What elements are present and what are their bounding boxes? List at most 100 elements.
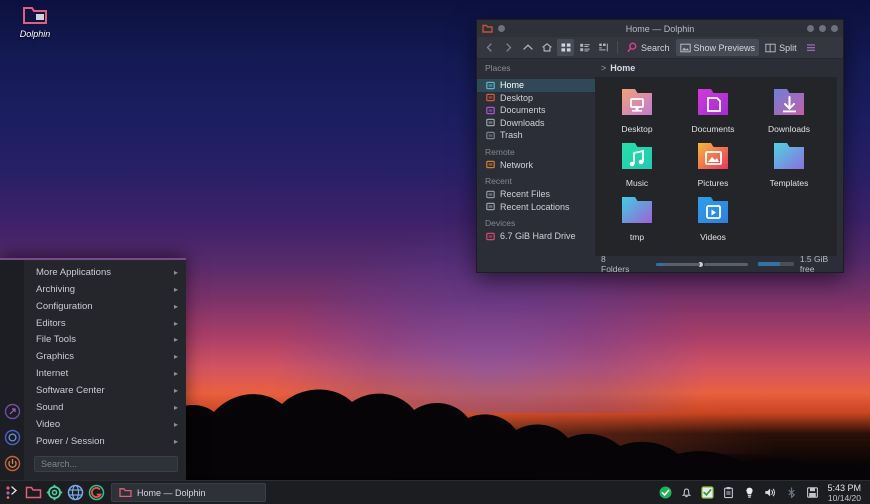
sidebar-item-6-7-gib-hard-drive[interactable]: 6.7 GiB Hard Drive [477,230,595,243]
application-menu-items[interactable]: More Applications ▸ Archiving ▸ Configuratio… [24,260,186,480]
menu-item-power-session[interactable]: Power / Session ▸ [24,433,186,450]
sidebar-item-network[interactable]: Network [477,159,595,172]
file-item-desktop[interactable]: Desktop [599,83,675,137]
maximize-button[interactable] [819,25,826,32]
power-icon[interactable] [4,455,21,472]
application-menu-icon[interactable] [3,484,21,502]
close-button[interactable] [831,25,838,32]
clipboard-icon[interactable] [722,486,735,499]
file-item-templates[interactable]: Templates [751,137,827,191]
forward-button[interactable] [500,39,517,56]
sidebar-group-remote: Remote [485,146,515,157]
file-item-label: tmp [629,232,645,242]
free-space-label: 1.5 GiB free [799,254,829,274]
dolphin-toolbar[interactable]: Search Show Previews Split [477,37,843,59]
file-item-label: Templates [769,178,809,188]
application-menu-sidebar[interactable] [0,260,24,480]
sidebar-item-desktop[interactable]: Desktop [477,92,595,105]
volume-icon[interactable] [764,486,777,499]
view-icons-button[interactable] [557,39,574,56]
sidebar-item-downloads[interactable]: Downloads [477,117,595,130]
taskbar-launchers[interactable] [3,484,105,502]
taskbar[interactable]: Home — Dolphin 5:43 PM 10/14/20 [0,480,870,504]
view-details-button[interactable] [595,39,612,56]
sidebar-item-recent-locations[interactable]: Recent Locations [477,201,595,214]
zoom-slider-track-right[interactable] [703,262,748,266]
folder-templates-icon [770,139,808,176]
menu-item-archiving[interactable]: Archiving ▸ [24,281,186,298]
taskbar-window-button[interactable]: Home — Dolphin [111,483,266,502]
run-command-icon[interactable] [4,403,21,420]
bluetooth-icon[interactable] [785,486,798,499]
menu-item-software-center[interactable]: Software Center ▸ [24,382,186,399]
menu-item-internet[interactable]: Internet ▸ [24,365,186,382]
dolphin-window[interactable]: Home — Dolphin Search Show Previews Spli… [476,19,844,274]
updates-ok-icon[interactable] [659,486,672,499]
file-item-downloads[interactable]: Downloads [751,83,827,137]
settings-gear-icon[interactable] [45,484,63,502]
file-item-tmp[interactable]: tmp [599,191,675,245]
minimize-button[interactable] [807,25,814,32]
places-sidebar[interactable]: Home Desktop Documents Downloads Trash Remote… [477,77,595,256]
menu-item-video[interactable]: Video ▸ [24,416,186,433]
folder-downloads-icon [770,85,808,122]
window-menu-dot[interactable] [498,25,505,32]
sidebar-item-documents[interactable]: Documents [477,104,595,117]
file-item-music[interactable]: Music [599,137,675,191]
view-icons-icon [561,43,570,52]
folder-desktop-icon [618,85,656,122]
system-tray[interactable]: 5:43 PM 10/14/20 [659,483,867,503]
menu-item-graphics[interactable]: Graphics ▸ [24,348,186,365]
breadcrumb-home[interactable]: Home [610,63,635,73]
show-previews-button[interactable]: Show Previews [675,39,760,56]
menu-item-sound[interactable]: Sound ▸ [24,399,186,416]
desktop-icon-dolphin[interactable]: Dolphin [4,4,66,39]
file-view[interactable]: Desktop Documents Downloads Music Pictures Te… [595,77,837,256]
back-button[interactable] [481,39,498,56]
sidebar-item-label: Home [500,80,525,91]
file-item-pictures[interactable]: Pictures [675,137,751,191]
brightness-icon[interactable] [743,486,756,499]
home-button[interactable] [538,39,555,56]
file-item-videos[interactable]: Videos [675,191,751,245]
split-button-label: Split [779,42,797,53]
zoom-slider[interactable] [656,260,748,268]
chevron-right-icon: ▸ [173,284,178,294]
web-browser-icon[interactable] [66,484,84,502]
menu-item-label: Graphics [36,351,75,363]
menu-item-file-tools[interactable]: File Tools ▸ [24,332,186,349]
chevron-right-icon: ▸ [173,386,178,396]
folder-videos-icon [694,193,732,230]
application-menu[interactable]: More Applications ▸ Archiving ▸ Configuratio… [0,258,186,480]
notifications-bell-icon[interactable] [680,486,693,499]
taskbar-window-label: Home — Dolphin [137,487,206,498]
zoom-slider-track[interactable] [656,262,700,266]
clock[interactable]: 5:43 PM 10/14/20 [827,483,861,503]
split-button[interactable]: Split [761,39,801,56]
checkbox-icon[interactable] [701,486,715,499]
menu-item-editors[interactable]: Editors ▸ [24,315,186,332]
file-item-documents[interactable]: Documents [675,83,751,137]
menu-item-label: Software Center [36,385,105,397]
menu-item-configuration[interactable]: Configuration ▸ [24,298,186,315]
file-manager-icon[interactable] [24,484,42,502]
sidebar-item-home[interactable]: Home [477,79,595,92]
up-button[interactable] [519,39,536,56]
session-icon[interactable] [4,429,21,446]
gimp-icon[interactable] [87,484,105,502]
sidebar-item-recent-files[interactable]: Recent Files [477,188,595,201]
breadcrumb-separator: > [601,63,607,73]
forward-arrow-icon [506,43,512,52]
breadcrumb[interactable]: > Home [595,63,635,73]
dolphin-urlbar[interactable]: Places > Home [477,59,843,77]
folder-music-icon [618,139,656,176]
view-compact-button[interactable] [576,39,593,56]
menu-search-input[interactable]: Search... [34,455,178,473]
disk-icon[interactable] [806,486,819,499]
hamburger-menu-button[interactable] [803,39,820,56]
search-button[interactable]: Search [623,39,674,56]
window-titlebar[interactable]: Home — Dolphin [477,20,843,37]
recent-files-icon [486,190,495,199]
sidebar-item-trash[interactable]: Trash [477,129,595,142]
menu-item-more-applications[interactable]: More Applications ▸ [24,264,186,281]
